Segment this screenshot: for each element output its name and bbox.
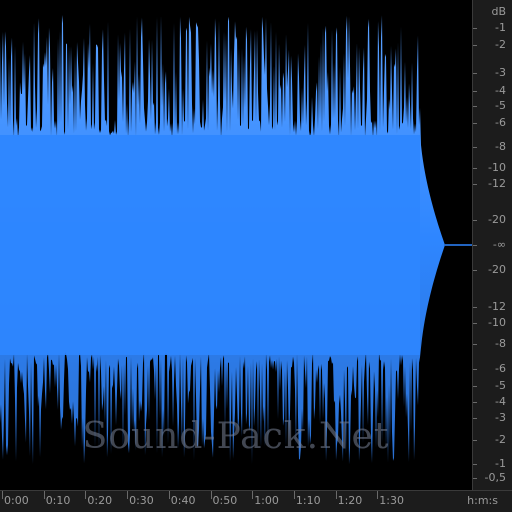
- db-tick: [473, 91, 477, 92]
- db-tick: [473, 123, 477, 124]
- db-label-bottom: -5: [495, 379, 506, 392]
- waveform-core: [0, 135, 420, 355]
- db-tick: [473, 464, 477, 465]
- db-tick: [473, 184, 477, 185]
- time-label: 0:40: [170, 494, 196, 507]
- time-label: 0:00: [4, 494, 29, 507]
- db-label-bottom: -6: [495, 362, 506, 375]
- db-label-top: -3: [495, 66, 506, 79]
- db-label-center: -∞: [492, 238, 506, 251]
- db-label-top: -6: [495, 116, 506, 129]
- time-ruler: h:m:s 0:00 0:10 0:20 0:30 0:40 0:50 1:00 1:10 1:…: [0, 490, 512, 512]
- time-label: 0:50: [212, 494, 238, 507]
- db-label-bottom: -1: [495, 457, 506, 470]
- db-label-bottom: -3: [495, 411, 506, 424]
- db-tick: [473, 386, 477, 387]
- db-scale: dB -1 -2 -3 -4 -5 -6 -8 -10 -12 -20 -∞ -20 -12 -10 -8 -…: [472, 0, 512, 490]
- db-label-bottom: -0,5: [484, 471, 506, 484]
- time-tick: [210, 491, 212, 499]
- db-tick: [473, 270, 477, 271]
- db-label-bottom: -20: [488, 263, 506, 276]
- db-label-top: -5: [495, 99, 506, 112]
- time-tick: [2, 491, 3, 499]
- db-label-top: -20: [488, 213, 506, 226]
- waveform-graph[interactable]: [0, 0, 472, 490]
- db-tick: [473, 45, 477, 46]
- db-tick: [473, 106, 477, 107]
- time-unit-label: h:m:s: [467, 494, 498, 507]
- time-tick: [335, 491, 337, 499]
- db-label-bottom: -10: [488, 316, 506, 329]
- db-tick: [473, 168, 477, 169]
- waveform-panel[interactable]: [0, 0, 472, 490]
- time-tick: [377, 491, 379, 499]
- time-tick: [293, 491, 295, 499]
- db-tick: [473, 73, 477, 74]
- db-tick: [473, 440, 477, 441]
- db-label-top: -1: [495, 21, 506, 34]
- db-tick: [473, 220, 477, 221]
- db-label-bottom: -12: [488, 300, 506, 313]
- db-label-bottom: -2: [495, 433, 506, 446]
- db-tick: [473, 344, 477, 345]
- db-unit-label: dB: [491, 5, 506, 18]
- time-label: 0:10: [45, 494, 71, 507]
- db-tick: [473, 418, 477, 419]
- db-tick: [473, 478, 477, 479]
- db-tick: [473, 402, 477, 403]
- db-label-bottom: -8: [495, 337, 506, 350]
- db-tick: [473, 245, 477, 246]
- time-tick: [43, 491, 45, 499]
- time-tick: [85, 491, 87, 499]
- time-label: 1:30: [379, 494, 404, 507]
- db-tick: [473, 147, 477, 148]
- db-label-top: -8: [495, 140, 506, 153]
- time-label: 1:00: [254, 494, 279, 507]
- time-tick: [252, 491, 254, 499]
- db-tick: [473, 28, 477, 29]
- time-tick: [127, 491, 129, 499]
- db-tick: [473, 323, 477, 324]
- db-tick: [473, 307, 477, 308]
- time-label: 0:20: [87, 494, 113, 507]
- db-tick: [473, 369, 477, 370]
- db-label-top: -10: [488, 161, 506, 174]
- time-label: 1:10: [295, 494, 321, 507]
- db-label-bottom: -4: [495, 395, 506, 408]
- db-label-top: -2: [495, 38, 506, 51]
- db-label-top: -12: [488, 177, 506, 190]
- time-label: 0:30: [129, 494, 154, 507]
- db-label-top: -4: [495, 84, 506, 97]
- time-tick: [168, 491, 170, 499]
- time-label: 1:20: [337, 494, 363, 507]
